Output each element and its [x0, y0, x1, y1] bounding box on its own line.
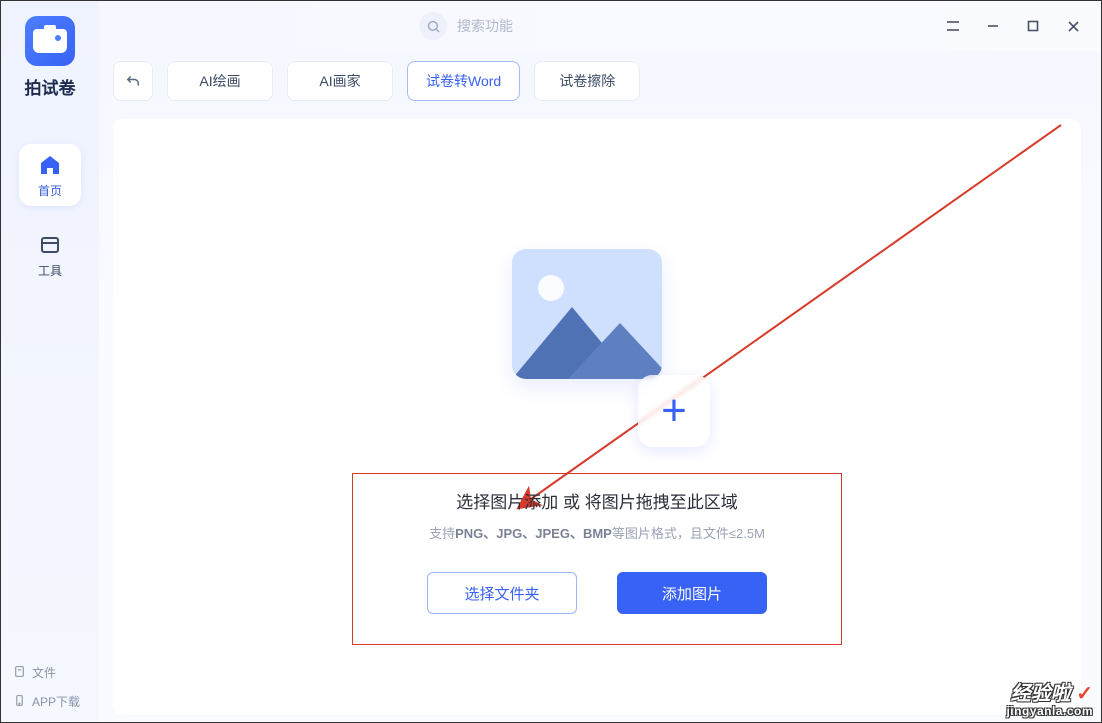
sidebar-link-files[interactable]: 文件 [13, 664, 56, 681]
sidebar: 拍试卷 首页 工具 文件 APP下载 [1, 1, 99, 722]
close-button[interactable] [1053, 6, 1093, 46]
home-icon [37, 152, 63, 178]
logo-icon [25, 16, 75, 66]
tab-ai-draw[interactable]: AI绘画 [167, 61, 273, 101]
tab-exam-to-word[interactable]: 试卷转Word [407, 61, 520, 101]
drop-subtitle: 支持PNG、JPG、JPEG、BMP等图片格式，且文件≤2.5M [429, 523, 765, 542]
drop-title: 选择图片添加 或 将图片拖拽至此区域 [456, 488, 737, 513]
drop-panel[interactable]: 选择图片添加 或 将图片拖拽至此区域 支持PNG、JPG、JPEG、BMP等图片… [352, 473, 842, 645]
sidebar-link-download[interactable]: APP下载 [13, 693, 80, 710]
sidebar-link-label: 文件 [32, 664, 56, 681]
maximize-button[interactable] [1013, 6, 1053, 46]
app-name: 拍试卷 [25, 74, 76, 99]
image-placeholder-icon: + [512, 249, 682, 419]
window-controls [933, 1, 1093, 51]
sidebar-item-label: 首页 [38, 182, 62, 199]
tools-icon [37, 232, 63, 258]
phone-icon [13, 694, 26, 710]
content-card: + 选择图片添加 或 将图片拖拽至此区域 支持PNG、JPG、JPEG、BMP等… [113, 119, 1081, 715]
file-icon [13, 665, 26, 681]
sidebar-item-label: 工具 [38, 262, 62, 279]
plus-icon: + [638, 375, 710, 447]
sidebar-link-label: APP下载 [32, 693, 80, 710]
tabs-row: AI绘画 AI画家 试卷转Word 试卷擦除 [113, 61, 1081, 101]
tab-exam-erase[interactable]: 试卷擦除 [534, 61, 640, 101]
search-icon [419, 12, 447, 40]
sidebar-bottom: 文件 APP下载 [1, 664, 99, 710]
minimize-button[interactable] [973, 6, 1013, 46]
app-logo: 拍试卷 [25, 16, 76, 99]
add-image-button[interactable]: 添加图片 [617, 572, 767, 614]
topbar [99, 1, 1101, 51]
search-input[interactable] [457, 18, 597, 34]
choose-folder-button[interactable]: 选择文件夹 [427, 572, 577, 614]
tab-ai-painter[interactable]: AI画家 [287, 61, 393, 101]
sidebar-item-tools[interactable]: 工具 [19, 224, 81, 286]
main: AI绘画 AI画家 试卷转Word 试卷擦除 + 选择图片添加 或 将图片拖拽至… [99, 51, 1101, 722]
back-button[interactable] [113, 61, 153, 101]
sidebar-item-home[interactable]: 首页 [19, 144, 81, 206]
menu-button[interactable] [933, 6, 973, 46]
